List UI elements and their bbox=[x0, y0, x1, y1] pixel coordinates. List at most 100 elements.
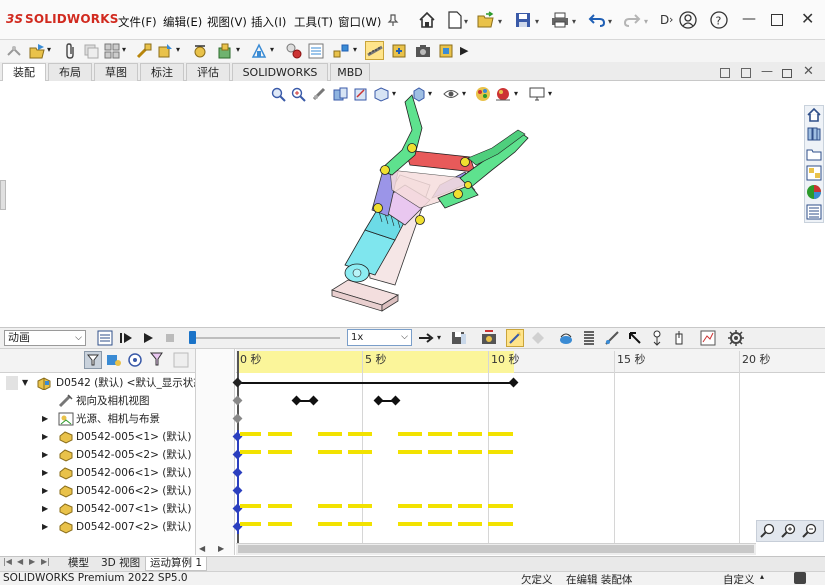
motion-segment[interactable] bbox=[458, 504, 482, 508]
tree-row-lights-cameras[interactable]: ▶ 光源、相机与布景 bbox=[0, 410, 195, 428]
viewport-close-icon[interactable]: ✕ bbox=[803, 64, 814, 79]
tree-row-part[interactable]: ▶ D0542-005<2> (默认) << bbox=[0, 446, 195, 464]
large-assembly-icon[interactable] bbox=[436, 41, 455, 60]
motion-segment[interactable] bbox=[458, 450, 482, 454]
status-toggle-icon[interactable] bbox=[794, 572, 806, 584]
filter-selected-icon[interactable] bbox=[149, 352, 166, 368]
motion-segment[interactable] bbox=[240, 522, 261, 526]
chevron-down-icon[interactable]: ▾ bbox=[535, 17, 539, 26]
tab-nav-prev-icon[interactable]: ◀ bbox=[17, 557, 23, 566]
view-palette-icon[interactable] bbox=[806, 165, 822, 181]
tree-row-part[interactable]: ▶ D0542-006<2> (默认) << bbox=[0, 482, 195, 500]
spring-icon[interactable] bbox=[580, 329, 598, 347]
filter-results-icon[interactable] bbox=[173, 352, 189, 368]
solidworks-resources-icon[interactable] bbox=[806, 107, 822, 123]
motion-segment[interactable] bbox=[428, 522, 452, 526]
menu-tools[interactable]: 工具(T) bbox=[294, 14, 333, 30]
tree-row-view-camera[interactable]: 视向及相机视图 bbox=[0, 392, 195, 410]
chevron-down-icon[interactable]: ▾ bbox=[47, 45, 51, 54]
scroll-left-icon[interactable]: ◀ bbox=[199, 544, 205, 553]
tree-row-part[interactable]: ▶ D0542-007<1> (默认) << bbox=[0, 500, 195, 518]
expand-arrow-icon[interactable]: ▶ bbox=[42, 446, 48, 464]
motion-segment[interactable] bbox=[268, 450, 292, 454]
add-update-key-icon[interactable] bbox=[529, 329, 547, 347]
motion-segment[interactable] bbox=[318, 504, 342, 508]
tree-row-part[interactable]: ▶ D0542-005<1> (默认) << bbox=[0, 428, 195, 446]
minimize-window-icon[interactable]: — bbox=[742, 11, 756, 27]
copy-component-icon[interactable] bbox=[81, 41, 100, 60]
motion-segment[interactable] bbox=[348, 504, 372, 508]
tab-evaluate[interactable]: 评估 bbox=[186, 63, 230, 81]
appearances-scenes-icon[interactable] bbox=[806, 184, 822, 200]
user-account-icon[interactable] bbox=[678, 10, 698, 30]
tab-solidworks-addins[interactable]: SOLIDWORKS 插件 bbox=[232, 63, 328, 96]
linear-pattern-icon[interactable] bbox=[102, 41, 121, 60]
move-component-icon[interactable] bbox=[155, 41, 174, 60]
expand-arrow-icon[interactable]: ▶ bbox=[42, 410, 48, 428]
motion-segment[interactable] bbox=[398, 432, 422, 436]
timeline-scrollbar-thumb[interactable] bbox=[238, 545, 754, 553]
save-icon[interactable] bbox=[513, 10, 533, 30]
close-window-icon[interactable]: ✕ bbox=[801, 9, 814, 28]
playback-slider-thumb[interactable] bbox=[189, 331, 196, 344]
chevron-down-icon[interactable]: ▾ bbox=[122, 45, 126, 54]
motion-segment[interactable] bbox=[398, 450, 422, 454]
search-field-truncated[interactable]: D bbox=[660, 13, 669, 27]
expand-arrow-icon[interactable]: ▶ bbox=[42, 482, 48, 500]
chevron-down-icon[interactable]: ▾ bbox=[464, 17, 468, 26]
results-plots-icon[interactable] bbox=[699, 329, 717, 347]
custom-properties-icon[interactable] bbox=[806, 204, 822, 220]
file-explorer-icon[interactable] bbox=[806, 146, 822, 162]
filter-icon[interactable] bbox=[84, 351, 102, 369]
damper-icon[interactable] bbox=[670, 329, 688, 347]
design-library-icon[interactable] bbox=[806, 126, 822, 142]
new-motion-study-icon[interactable] bbox=[284, 41, 303, 60]
study-type-select[interactable]: 动画 ⌵ bbox=[4, 330, 86, 346]
save-animation-icon[interactable] bbox=[450, 329, 468, 347]
expand-arrow-icon[interactable]: ▶ bbox=[42, 518, 48, 536]
motion-segment[interactable] bbox=[268, 504, 292, 508]
playback-mode-icon[interactable] bbox=[417, 329, 435, 347]
zoom-out-timeline-icon[interactable] bbox=[802, 523, 818, 539]
redo-icon[interactable] bbox=[622, 10, 642, 30]
toolbar-more-icon[interactable]: ▶ bbox=[460, 44, 468, 57]
contact-icon[interactable] bbox=[603, 329, 621, 347]
stop-icon[interactable] bbox=[161, 329, 179, 347]
motion-segment[interactable] bbox=[240, 450, 261, 454]
tab-motion-study-1[interactable]: 运动算例 1 bbox=[145, 557, 208, 571]
tree-timeline-splitter[interactable] bbox=[195, 349, 235, 555]
expand-arrow-icon[interactable]: ▶ bbox=[42, 464, 48, 482]
menu-view[interactable]: 视图(V) bbox=[207, 14, 247, 30]
gravity-icon[interactable] bbox=[648, 329, 666, 347]
calculate-icon[interactable] bbox=[96, 329, 114, 347]
new-document-icon[interactable] bbox=[445, 10, 465, 30]
tree-row-part[interactable]: ▶ D0542-007<2> (默认) << bbox=[0, 518, 195, 536]
motion-segment[interactable] bbox=[488, 432, 513, 436]
filter-animated-icon[interactable] bbox=[106, 352, 122, 368]
tab-nav-next-icon[interactable]: ▶ bbox=[29, 557, 35, 566]
chevron-down-icon[interactable]: ▾ bbox=[176, 45, 180, 54]
motion-study-properties-icon[interactable] bbox=[727, 329, 745, 347]
motion-segment[interactable] bbox=[488, 522, 513, 526]
take-snapshot-icon[interactable] bbox=[413, 41, 432, 60]
assembly-features-icon[interactable] bbox=[215, 41, 234, 60]
playback-speed-select[interactable]: 1x ⌵ bbox=[347, 329, 412, 346]
play-icon[interactable] bbox=[139, 329, 157, 347]
chevron-down-icon[interactable]: ▾ bbox=[236, 45, 240, 54]
exploded-view-icon[interactable] bbox=[331, 41, 350, 60]
tab-layout[interactable]: 布局 bbox=[48, 63, 92, 81]
undo-icon[interactable] bbox=[587, 10, 607, 30]
tab-nav-first-icon[interactable]: |◀ bbox=[3, 557, 12, 566]
zoom-in-timeline-icon[interactable] bbox=[781, 523, 797, 539]
bill-of-materials-icon[interactable] bbox=[306, 41, 325, 60]
tab-markup[interactable]: 标注 bbox=[140, 63, 184, 81]
tree-row-assembly[interactable]: ▼ D0542 (默认) <默认_显示状态 bbox=[0, 374, 195, 392]
menu-edit[interactable]: 编辑(E) bbox=[163, 14, 202, 30]
motion-segment[interactable] bbox=[268, 522, 292, 526]
motion-segment[interactable] bbox=[348, 450, 372, 454]
motion-segment[interactable] bbox=[318, 522, 342, 526]
motion-segment[interactable] bbox=[488, 450, 513, 454]
tab-nav-last-icon[interactable]: ▶| bbox=[41, 557, 50, 566]
print-icon[interactable] bbox=[550, 10, 570, 30]
tree-row-part[interactable]: ▶ D0542-006<1> (默认) << bbox=[0, 464, 195, 482]
